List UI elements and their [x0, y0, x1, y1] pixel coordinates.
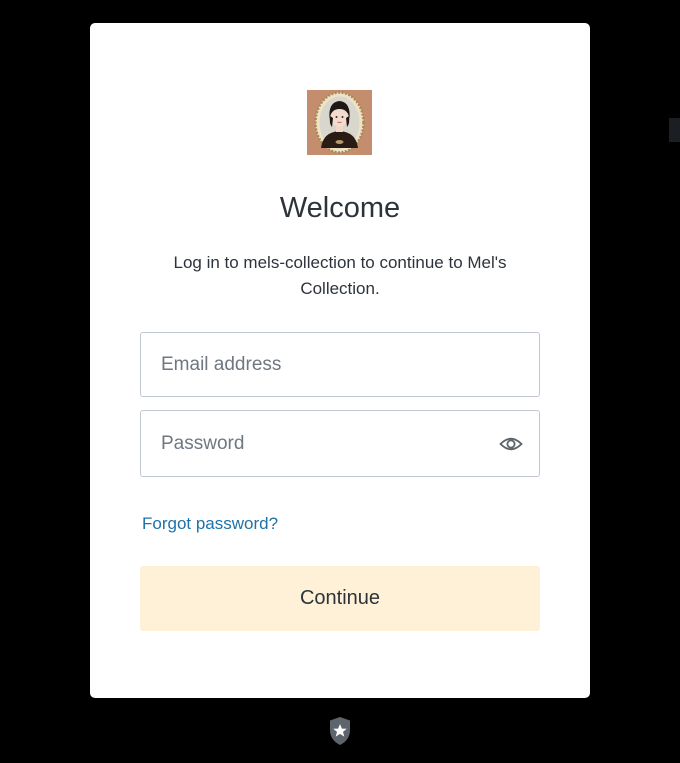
eye-icon[interactable] [499, 432, 523, 456]
login-card: Welcome Log in to mels-collection to con… [90, 23, 590, 698]
login-page: Welcome Log in to mels-collection to con… [0, 0, 680, 763]
password-field-container [140, 410, 540, 477]
continue-button[interactable]: Continue [140, 566, 540, 631]
forgot-password-link[interactable]: Forgot password? [142, 512, 278, 536]
email-field-container [140, 332, 540, 397]
login-subtitle: Log in to mels-collection to continue to… [173, 253, 507, 298]
edge-marker [669, 118, 680, 142]
email-field[interactable] [141, 333, 539, 396]
portrait-logo-icon [307, 90, 372, 155]
password-field[interactable] [141, 411, 539, 476]
shield-star-icon [328, 716, 352, 746]
page-title: Welcome [279, 192, 401, 224]
